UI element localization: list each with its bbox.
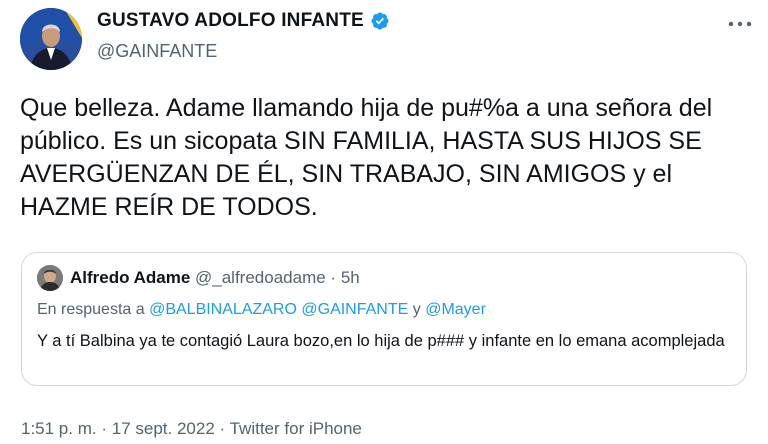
tweet-footer: 1:51 p. m. · 17 sept. 2022 · Twitter for…	[21, 419, 362, 439]
author-name[interactable]: GUSTAVO ADOLFO INFANTE	[97, 10, 364, 32]
tweet-date[interactable]: 17 sept. 2022	[112, 419, 215, 438]
verified-badge-icon	[371, 12, 389, 30]
quoted-tweet-text: Y a tí Balbina ya te contagió Laura bozo…	[37, 332, 725, 350]
reply-mention[interactable]: @GAINFANTE	[301, 301, 408, 318]
quoted-author-name[interactable]: Alfredo Adame	[70, 268, 190, 287]
tweet-time[interactable]: 1:51 p. m.	[21, 419, 97, 438]
quoted-author-avatar[interactable]	[37, 265, 63, 291]
reply-context: En respuesta a @BALBINALAZARO @GAINFANTE…	[37, 301, 486, 319]
tweet-text: Que belleza. Adame llamando hija de pu#%…	[20, 94, 713, 221]
reply-prefix: En respuesta a	[37, 301, 145, 318]
quoted-separator: ·	[330, 268, 337, 287]
more-options-icon[interactable]	[726, 14, 754, 34]
reply-joiner: y	[412, 301, 421, 318]
quoted-timestamp[interactable]: 5h	[341, 268, 360, 287]
author-handle[interactable]: @GAINFANTE	[97, 41, 217, 62]
footer-separator: ·	[101, 419, 108, 438]
reply-mention-others[interactable]: @Mayer	[425, 301, 486, 318]
author-name-row: GUSTAVO ADOLFO INFANTE	[97, 10, 390, 32]
quoted-tweet[interactable]: Alfredo Adame @_alfredoadame · 5h En res…	[21, 252, 747, 386]
quoted-header: Alfredo Adame @_alfredoadame · 5h	[70, 268, 360, 288]
quoted-author-handle[interactable]: @_alfredoadame	[195, 268, 326, 287]
footer-separator: ·	[219, 419, 226, 438]
tweet-source[interactable]: Twitter for iPhone	[230, 419, 362, 438]
reply-mention[interactable]: @BALBINALAZARO	[149, 301, 297, 318]
author-avatar[interactable]	[20, 8, 82, 70]
